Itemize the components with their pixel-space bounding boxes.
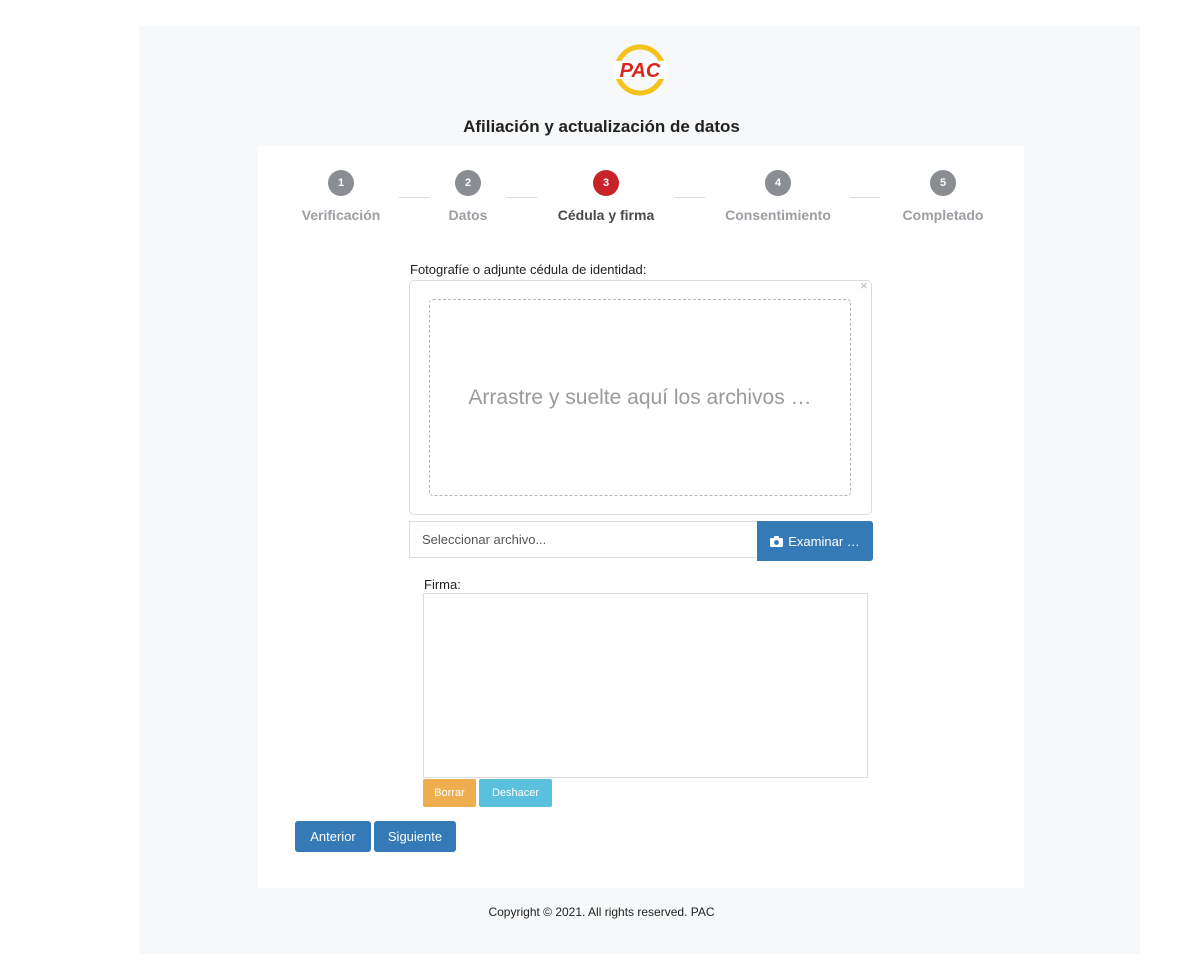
step-5-label: Completado [902,207,984,223]
browse-button-label: Examinar … [788,533,860,549]
browse-button[interactable]: Examinar … [757,521,873,561]
step-3-circle: 3 [593,170,619,196]
step-4-label: Consentimiento [725,207,831,223]
file-path-input[interactable] [409,521,758,558]
undo-signature-button[interactable]: Deshacer [479,779,552,807]
step-3-label: Cédula y firma [557,207,655,223]
step-2-label: Datos [448,207,488,223]
step-connector [507,197,537,198]
signature-pad[interactable] [423,593,868,778]
drop-zone-text: Arrastre y suelte aquí los archivos … [468,385,812,409]
camera-icon [770,535,784,547]
pac-logo: PAC [613,44,667,96]
step-connector [850,197,880,198]
file-drop-zone[interactable]: Arrastre y suelte aquí los archivos … [429,299,851,496]
next-button[interactable]: Siguiente [374,821,456,852]
step-1-circle: 1 [328,170,354,196]
step-4-circle: 4 [765,170,791,196]
close-icon[interactable]: × [860,278,868,293]
page-title: Afiliación y actualización de datos [463,117,740,136]
previous-button[interactable]: Anterior [295,821,371,852]
step-2-circle: 2 [455,170,481,196]
id-upload-label: Fotografíe o adjunte cédula de identidad… [410,262,647,277]
step-connector [675,197,705,198]
step-connector [399,197,429,198]
step-5-circle: 5 [930,170,956,196]
signature-label: Firma: [424,577,461,592]
step-1-label: Verificación [301,207,381,223]
footer-copyright: Copyright © 2021. All rights reserved. P… [488,905,715,919]
clear-signature-button[interactable]: Borrar [423,779,476,807]
logo-text: PAC [620,60,661,82]
